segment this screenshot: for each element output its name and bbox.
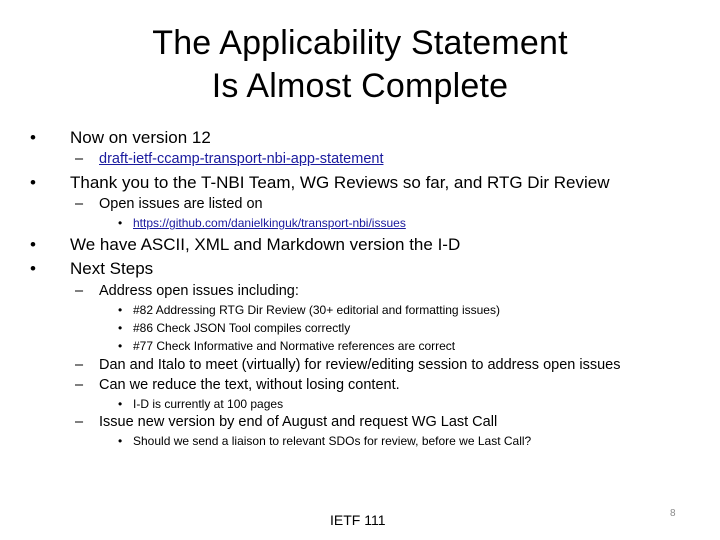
sub-bullet-text: Address open issues including: [99, 283, 299, 299]
slide-number: 8 [670, 508, 676, 519]
sub-sub-bullet-item: • #77 Check Informative and Normative re… [118, 339, 455, 353]
bullet-icon: • [118, 216, 123, 230]
dash-icon: – [75, 196, 84, 212]
slide-title-line-1: The Applicability Statement [152, 24, 568, 62]
sub-sub-bullet-text: #86 Check JSON Tool compiles correctly [133, 321, 351, 335]
sub-bullet-item: – Address open issues including: [75, 283, 299, 299]
sub-sub-bullet-text: #82 Addressing RTG Dir Review (30+ edito… [133, 303, 500, 317]
dash-icon: – [75, 357, 84, 373]
bullet-icon: • [30, 128, 36, 147]
sub-bullet-item: – Open issues are listed on [75, 196, 263, 212]
bullet-item: • Thank you to the T-NBI Team, WG Review… [30, 173, 609, 193]
bullet-item: • Next Steps [30, 259, 153, 279]
bullet-text: Now on version 12 [70, 128, 211, 147]
sub-sub-bullet-text: I-D is currently at 100 pages [133, 397, 284, 411]
sub-bullet-item: – Can we reduce the text, without losing… [75, 377, 400, 393]
slide-title-line-2: Is Almost Complete [211, 67, 509, 105]
sub-bullet-text: Can we reduce the text, without losing c… [99, 377, 400, 393]
sub-bullet-text: Issue new version by end of August and r… [99, 414, 498, 430]
issues-link[interactable]: https://github.com/danielkinguk/transpor… [133, 216, 406, 230]
bullet-icon: • [118, 434, 123, 448]
sub-sub-bullet-item: • I-D is currently at 100 pages [118, 397, 283, 411]
sub-sub-bullet-text: Should we send a liaison to relevant SDO… [133, 434, 532, 448]
slide-title: The Applicability Statement Is Almost Co… [0, 22, 720, 108]
dash-icon: – [75, 283, 84, 299]
footer-text: IETF 111 [330, 512, 386, 528]
sub-sub-bullet-item: • #82 Addressing RTG Dir Review (30+ edi… [118, 303, 500, 317]
slide: The Applicability Statement Is Almost Co… [0, 0, 720, 540]
sub-bullet-item: – draft-ietf-ccamp-transport-nbi-app-sta… [75, 151, 383, 167]
sub-bullet-item: – Dan and Italo to meet (virtually) for … [75, 357, 620, 373]
sub-bullet-item: – Issue new version by end of August and… [75, 414, 497, 430]
sub-sub-bullet-item: • Should we send a liaison to relevant S… [118, 434, 531, 448]
sub-sub-bullet-item: • https://github.com/danielkinguk/transp… [118, 216, 406, 230]
bullet-item: • We have ASCII, XML and Markdown versio… [30, 235, 460, 255]
bullet-icon: • [30, 259, 36, 278]
sub-bullet-text: Dan and Italo to meet (virtually) for re… [99, 357, 621, 373]
sub-sub-bullet-text: #77 Check Informative and Normative refe… [133, 339, 456, 353]
bullet-text: Next Steps [70, 259, 154, 278]
dash-icon: – [75, 151, 84, 167]
dash-icon: – [75, 414, 84, 430]
bullet-text: Thank you to the T-NBI Team, WG Reviews … [70, 173, 610, 192]
bullet-text: We have ASCII, XML and Markdown version … [70, 235, 461, 254]
bullet-icon: • [118, 303, 123, 317]
bullet-icon: • [118, 339, 123, 353]
draft-link[interactable]: draft-ietf-ccamp-transport-nbi-app-state… [99, 151, 383, 167]
bullet-icon: • [118, 321, 123, 335]
dash-icon: – [75, 377, 84, 393]
bullet-icon: • [30, 173, 36, 192]
bullet-icon: • [118, 397, 123, 411]
sub-bullet-text: Open issues are listed on [99, 196, 263, 212]
sub-sub-bullet-item: • #86 Check JSON Tool compiles correctly [118, 321, 350, 335]
bullet-item: • Now on version 12 [30, 128, 211, 148]
bullet-icon: • [30, 235, 36, 254]
